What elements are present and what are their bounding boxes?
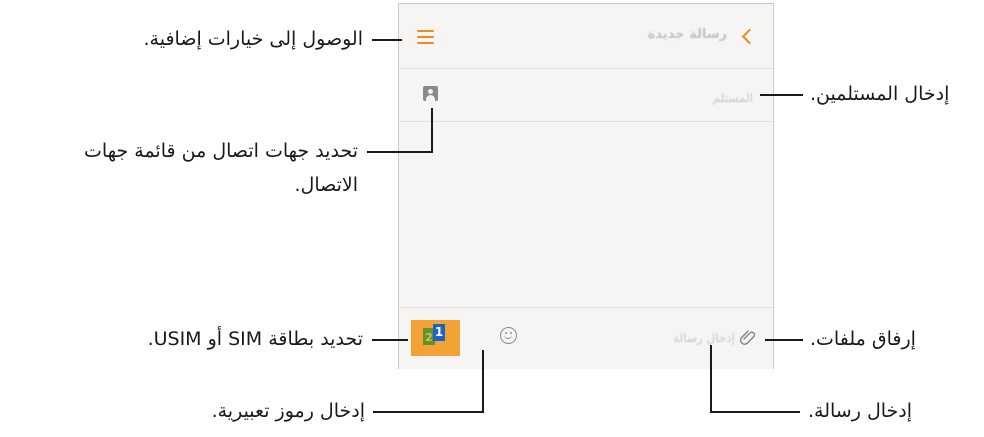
callout-attach: إرفاق ملفات. bbox=[810, 328, 916, 350]
callout-select-sim: تحديد بطاقة SIM أو USIM. bbox=[147, 328, 363, 350]
callout-select-contacts-line1: تحديد جهات اتصال من قائمة جهات bbox=[84, 140, 358, 162]
callout-message: إدخال رسالة. bbox=[808, 400, 913, 422]
callout-leader-lines bbox=[367, 39, 803, 413]
callout-select-contacts-line2: الاتصال. bbox=[294, 174, 358, 196]
callout-more-options: الوصول إلى خيارات إضافية. bbox=[143, 28, 363, 50]
callout-recipients: إدخال المستلمين. bbox=[810, 83, 950, 105]
callout-emoticons: إدخال رموز تعبيرية. bbox=[211, 400, 365, 422]
